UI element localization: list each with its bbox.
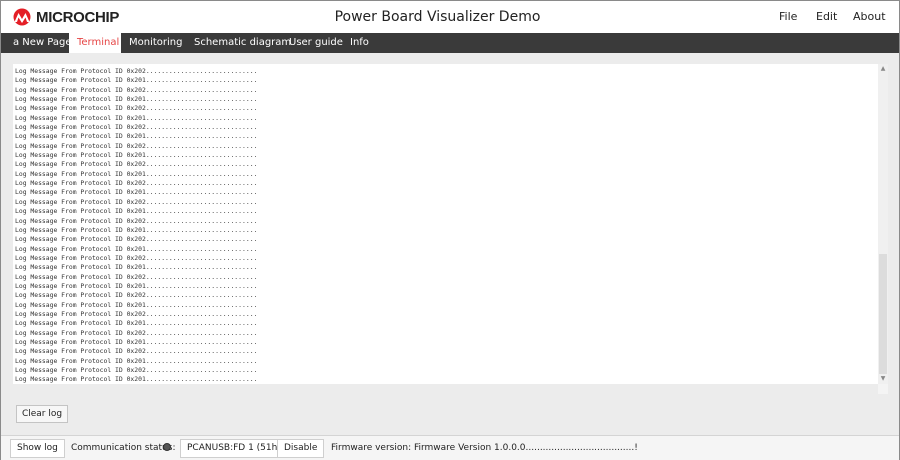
app-title: Power Board Visualizer Demo — [334, 9, 541, 25]
scroll-corner — [878, 384, 888, 394]
log-line: Log Message From Protocol ID 0x202......… — [15, 328, 258, 337]
log-line: Log Message From Protocol ID 0x201......… — [15, 76, 258, 85]
log-line: Log Message From Protocol ID 0x202......… — [15, 347, 258, 356]
log-line: Log Message From Protocol ID 0x202......… — [15, 85, 258, 94]
log-line: Log Message From Protocol ID 0x202......… — [15, 235, 258, 244]
log-line: Log Message From Protocol ID 0x202......… — [15, 253, 258, 262]
log-line: Log Message From Protocol ID 0x202......… — [15, 141, 258, 150]
log-line: Log Message From Protocol ID 0x201......… — [15, 337, 258, 346]
log-line: Log Message From Protocol ID 0x202......… — [15, 123, 258, 132]
log-line: Log Message From Protocol ID 0x201......… — [15, 207, 258, 216]
tab-bar: a New Page Terminal Monitoring Schematic… — [1, 33, 899, 53]
log-line: Log Message From Protocol ID 0x201......… — [15, 244, 258, 253]
disable-button[interactable]: Disable — [277, 439, 325, 458]
status-indicator-icon — [163, 443, 171, 451]
log-line: Log Message From Protocol ID 0x201......… — [15, 375, 258, 384]
log-line: Log Message From Protocol ID 0x201......… — [15, 263, 258, 272]
log-lines: Log Message From Protocol ID 0x202......… — [15, 67, 257, 384]
log-line: Log Message From Protocol ID 0x201......… — [15, 188, 258, 197]
log-line: Log Message From Protocol ID 0x202......… — [15, 160, 258, 169]
tab-user-guide[interactable]: User guide — [281, 33, 351, 53]
app-window: MICROCHIP Power Board Visualizer Demo Fi… — [0, 0, 900, 460]
title-bar: MICROCHIP Power Board Visualizer Demo Fi… — [1, 1, 899, 33]
log-line: Log Message From Protocol ID 0x201......… — [15, 319, 258, 328]
tab-monitoring[interactable]: Monitoring — [121, 33, 190, 53]
status-bar: Show log Communication status: PCANUSB:F… — [1, 435, 899, 460]
log-line: Log Message From Protocol ID 0x201......… — [15, 132, 258, 141]
log-line: Log Message From Protocol ID 0x201......… — [15, 356, 258, 365]
menu-about[interactable]: About — [853, 10, 886, 23]
communication-status-label: Communication status: — [71, 443, 176, 453]
log-line: Log Message From Protocol ID 0x201......… — [15, 225, 258, 234]
log-line: Log Message From Protocol ID 0x201......… — [15, 300, 258, 309]
log-line: Log Message From Protocol ID 0x202......… — [15, 309, 258, 318]
menu-edit[interactable]: Edit — [816, 10, 837, 23]
firmware-version: Firmware version: Firmware Version 1.0.0… — [331, 443, 638, 453]
scroll-up-icon[interactable]: ▲ — [878, 64, 888, 74]
log-line: Log Message From Protocol ID 0x202......… — [15, 179, 258, 188]
device-selector[interactable]: PCANUSB:FD 1 (51h) — [180, 439, 288, 458]
log-line: Log Message From Protocol ID 0x201......… — [15, 95, 258, 104]
log-line: Log Message From Protocol ID 0x201......… — [15, 113, 258, 122]
log-line: Log Message From Protocol ID 0x202......… — [15, 291, 258, 300]
clear-log-button[interactable]: Clear log — [16, 405, 68, 423]
log-line: Log Message From Protocol ID 0x202......… — [15, 104, 258, 113]
log-line: Log Message From Protocol ID 0x202......… — [15, 67, 258, 75]
log-line: Log Message From Protocol ID 0x201......… — [15, 169, 258, 178]
log-line: Log Message From Protocol ID 0x202......… — [15, 197, 258, 206]
tab-terminal[interactable]: Terminal — [69, 33, 121, 53]
menu-file[interactable]: File — [779, 10, 797, 23]
scroll-down-icon[interactable]: ▼ — [878, 374, 888, 384]
log-line: Log Message From Protocol ID 0x202......… — [15, 216, 258, 225]
log-scrollbar[interactable]: ▲ ▼ — [878, 64, 888, 384]
log-line: Log Message From Protocol ID 0x202......… — [15, 272, 258, 281]
log-line: Log Message From Protocol ID 0x201......… — [15, 281, 258, 290]
tab-info[interactable]: Info — [342, 33, 377, 53]
log-line: Log Message From Protocol ID 0x201......… — [15, 151, 258, 160]
terminal-log[interactable]: Log Message From Protocol ID 0x202......… — [13, 64, 878, 384]
scroll-thumb[interactable] — [879, 254, 887, 374]
log-line: Log Message From Protocol ID 0x202......… — [15, 366, 258, 374]
show-log-button[interactable]: Show log — [10, 439, 65, 458]
